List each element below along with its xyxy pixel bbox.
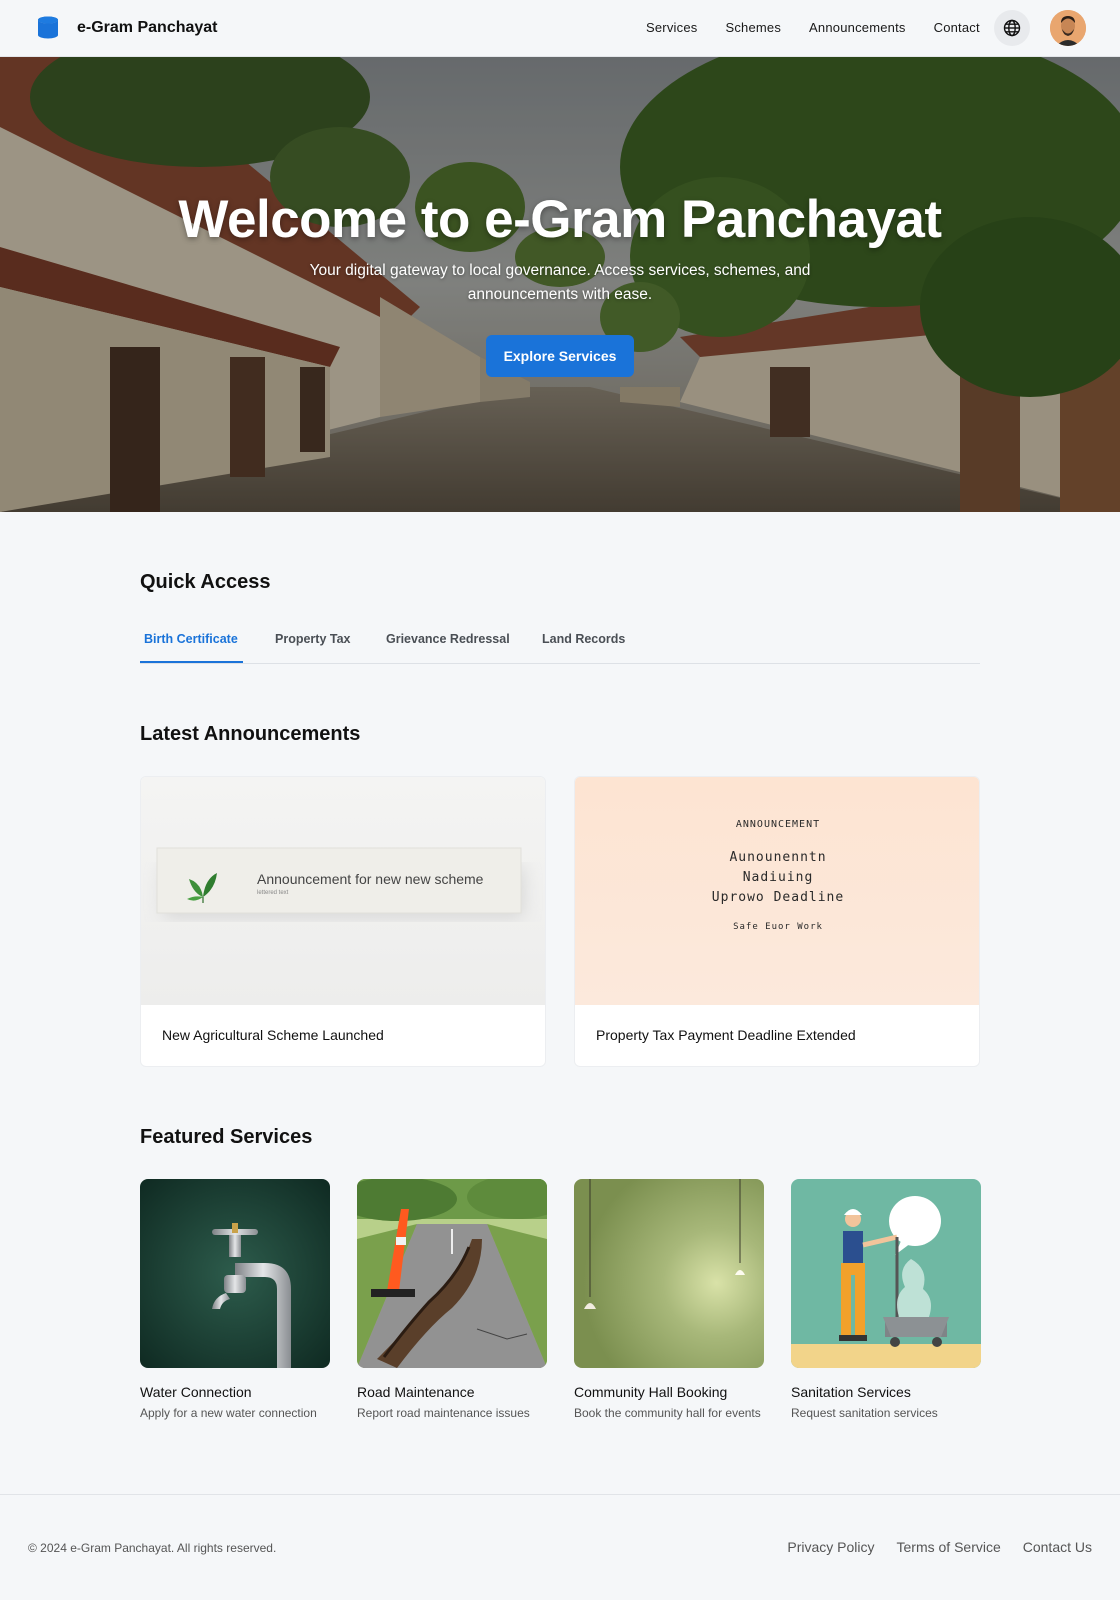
quick-access-tabs: Birth Certificate Property Tax Grievance… (140, 618, 980, 664)
service-card-sanitation[interactable]: Sanitation Services Request sanitation s… (791, 1179, 981, 1422)
announcement-card[interactable]: ANNOUNCEMENT Aunounenntn Nadiuing Uprowo… (574, 776, 980, 1067)
tab-land-records[interactable]: Land Records (542, 632, 625, 646)
announcement-image-small-text: lettered text (257, 890, 289, 896)
footer-links: Privacy Policy Terms of Service Contact … (765, 1539, 1092, 1555)
service-image (357, 1179, 547, 1368)
tab-grievance-redressal[interactable]: Grievance Redressal (386, 632, 510, 646)
featured-services-title: Featured Services (140, 1126, 313, 1148)
database-logo-icon (38, 16, 58, 39)
announcement-caption: Property Tax Payment Deadline Extended (596, 1027, 856, 1043)
service-description: Request sanitation services (791, 1406, 938, 1420)
service-card-community-hall[interactable]: Community Hall Booking Book the communit… (574, 1179, 764, 1422)
service-title: Sanitation Services (791, 1384, 911, 1400)
water-tap-icon (140, 1179, 330, 1368)
nav-contact[interactable]: Contact (934, 20, 980, 35)
terms-of-service-link[interactable]: Terms of Service (897, 1539, 1001, 1555)
nav-announcements[interactable]: Announcements (809, 20, 906, 35)
road-crack-icon (357, 1179, 547, 1368)
poster-footer: Safe Euor Work (733, 922, 823, 932)
service-image (791, 1179, 981, 1368)
service-image (574, 1179, 764, 1368)
announcement-image-text: Announcement for new new scheme (257, 871, 484, 887)
announcements-title: Latest Announcements (140, 723, 361, 745)
service-card-water[interactable]: Water Connection Apply for a new water c… (140, 1179, 330, 1422)
top-navbar: e-Gram Panchayat Services Schemes Announ… (0, 0, 1120, 57)
hanging-lamp-icon (574, 1179, 764, 1368)
quick-access-title: Quick Access (140, 571, 271, 593)
sanitation-worker-icon (791, 1179, 981, 1368)
poster-line: Nadiuing (742, 870, 814, 885)
brand-name: e-Gram Panchayat (77, 18, 218, 36)
service-title: Water Connection (140, 1384, 252, 1400)
service-image (140, 1179, 330, 1368)
service-card-road[interactable]: Road Maintenance Report road maintenance… (357, 1179, 547, 1422)
globe-icon (1003, 19, 1021, 37)
language-button[interactable] (994, 10, 1030, 46)
privacy-policy-link[interactable]: Privacy Policy (787, 1539, 874, 1555)
active-tab-indicator (140, 661, 243, 663)
hero-title: Welcome to e-Gram Panchayat (178, 190, 942, 249)
explore-services-button[interactable]: Explore Services (486, 335, 634, 377)
service-title: Road Maintenance (357, 1384, 475, 1400)
service-title: Community Hall Booking (574, 1384, 728, 1400)
brand[interactable]: e-Gram Panchayat (37, 16, 218, 39)
announcement-image (141, 777, 545, 1005)
poster-line: Aunounenntn (729, 850, 827, 865)
avatar-icon (1050, 10, 1086, 46)
service-description: Report road maintenance issues (357, 1406, 530, 1420)
contact-us-link[interactable]: Contact Us (1023, 1539, 1092, 1555)
poster-line: Uprowo Deadline (711, 890, 845, 905)
hero-subtitle: Your digital gateway to local governance… (309, 262, 811, 303)
poster-text-block: ANNOUNCEMENT Aunounenntn Nadiuing Uprowo… (575, 819, 979, 932)
user-avatar[interactable] (1050, 10, 1086, 46)
tab-property-tax[interactable]: Property Tax (275, 632, 351, 646)
poster-heading: ANNOUNCEMENT (735, 819, 821, 830)
announcement-card[interactable]: Announcement for new new scheme lettered… (140, 776, 546, 1067)
tab-birth-certificate[interactable]: Birth Certificate (144, 632, 238, 646)
announcement-caption: New Agricultural Scheme Launched (162, 1027, 384, 1043)
service-description: Book the community hall for events (574, 1406, 761, 1420)
main-nav: Services Schemes Announcements Contact (646, 20, 1008, 35)
nav-schemes[interactable]: Schemes (725, 20, 781, 35)
hero-banner: Welcome to e-Gram Panchayat Your digital… (0, 57, 1120, 512)
nav-services[interactable]: Services (646, 20, 697, 35)
service-description: Apply for a new water connection (140, 1406, 317, 1420)
copyright-text: © 2024 e-Gram Panchayat. All rights rese… (28, 1541, 277, 1555)
footer: © 2024 e-Gram Panchayat. All rights rese… (0, 1494, 1120, 1600)
